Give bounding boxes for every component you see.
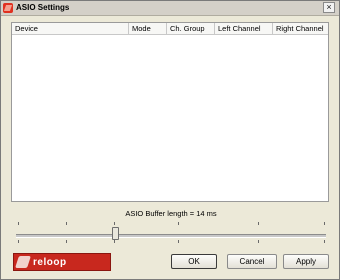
column-ch-group[interactable]: Ch. Group <box>167 23 215 35</box>
column-left-channel[interactable]: Left Channel <box>215 23 273 35</box>
reloop-app-icon <box>3 3 13 13</box>
column-mode[interactable]: Mode <box>129 23 167 35</box>
device-list[interactable]: Device Mode Ch. Group Left Channel Right… <box>11 22 329 202</box>
slider-ticks-bottom <box>16 240 326 244</box>
close-icon[interactable]: × <box>323 2 335 13</box>
apply-button[interactable]: Apply <box>283 254 329 269</box>
window-title: ASIO Settings <box>16 3 70 12</box>
column-right-channel[interactable]: Right Channel <box>273 23 328 35</box>
cancel-button[interactable]: Cancel <box>227 254 277 269</box>
title-bar[interactable]: ASIO Settings × <box>1 1 339 16</box>
buffer-length-label: ASIO Buffer length = 14 ms <box>125 209 217 218</box>
ok-button[interactable]: OK <box>171 254 217 269</box>
asio-settings-window: ASIO Settings × Device Mode Ch. Group Le… <box>0 0 340 280</box>
slider-ticks-top <box>16 222 326 226</box>
column-device[interactable]: Device <box>12 23 129 35</box>
reloop-logo-text: reloop <box>33 256 67 268</box>
device-list-header: Device Mode Ch. Group Left Channel Right… <box>12 23 328 35</box>
reloop-logo: reloop <box>13 253 111 271</box>
buffer-slider-thumb[interactable] <box>111 227 119 240</box>
buffer-slider-track[interactable] <box>16 234 326 238</box>
reloop-logo-mark <box>15 256 31 268</box>
